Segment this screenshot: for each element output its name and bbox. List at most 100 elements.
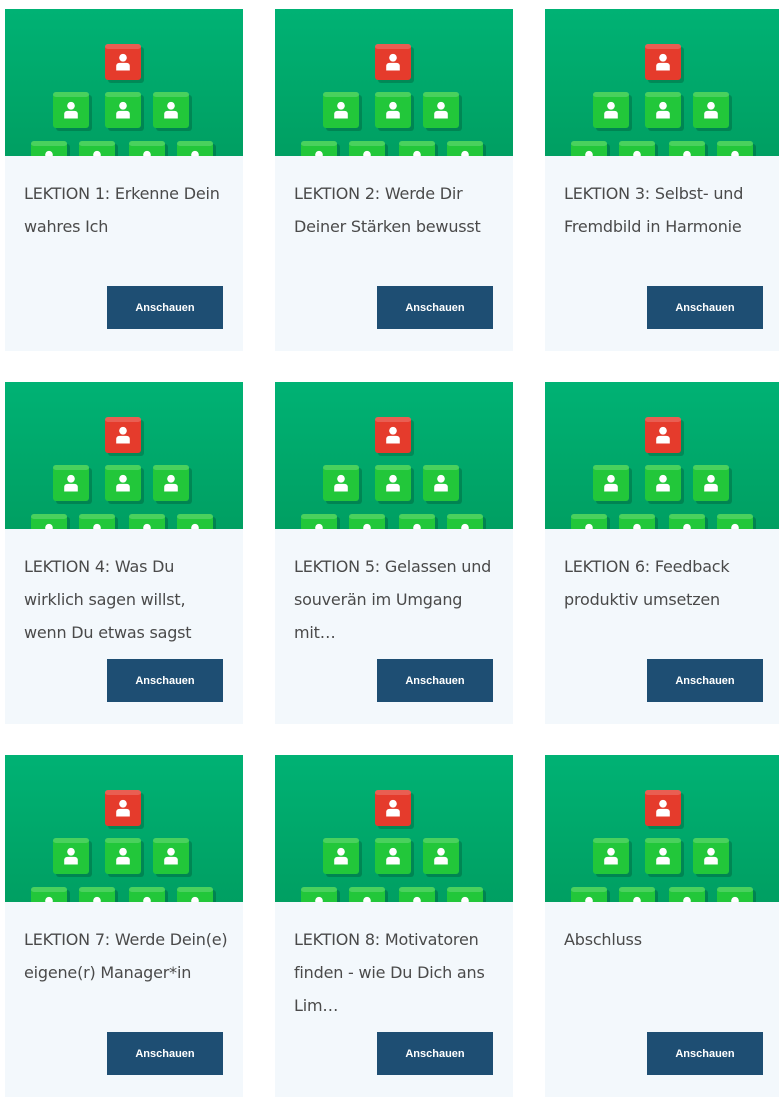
lesson-thumbnail[interactable] — [545, 382, 779, 529]
green-person-block — [53, 92, 92, 131]
green-person-block — [153, 465, 192, 504]
lesson-title[interactable]: LEKTION 7: Werde Dein(e) eigene(r) Manag… — [24, 923, 229, 989]
green-person-block — [399, 141, 438, 156]
green-person-block — [399, 887, 438, 902]
green-person-block — [323, 838, 362, 877]
person-blocks-pyramid-icon — [275, 9, 513, 156]
lesson-card: Abschluss Anschauen — [545, 755, 779, 1097]
lesson-card: LEKTION 2: Werde Dir Deiner Stärken bewu… — [275, 9, 513, 351]
green-person-block — [105, 92, 144, 131]
red-person-block — [375, 417, 414, 456]
green-person-block — [105, 465, 144, 504]
lesson-thumbnail[interactable] — [275, 382, 513, 529]
lesson-card: LEKTION 8: Motivatoren finden - wie Du D… — [275, 755, 513, 1097]
lesson-title[interactable]: LEKTION 5: Gelassen und souverän im Umga… — [294, 550, 499, 649]
green-person-block — [619, 141, 658, 156]
view-lesson-button[interactable]: Anschauen — [647, 659, 763, 702]
green-person-block — [53, 838, 92, 877]
green-person-block — [571, 141, 610, 156]
green-person-block — [693, 465, 732, 504]
green-person-block — [423, 465, 462, 504]
green-person-block — [129, 514, 168, 529]
green-person-block — [717, 514, 756, 529]
view-lesson-button[interactable]: Anschauen — [377, 1032, 493, 1075]
view-lesson-button[interactable]: Anschauen — [107, 286, 223, 329]
green-person-block — [571, 887, 610, 902]
green-person-block — [693, 92, 732, 131]
lesson-grid: LEKTION 1: Erkenne Dein wahres Ich Ansch… — [0, 0, 779, 1097]
green-person-block — [153, 92, 192, 131]
lesson-title[interactable]: LEKTION 8: Motivatoren finden - wie Du D… — [294, 923, 499, 1022]
green-person-block — [717, 141, 756, 156]
lesson-card: LEKTION 1: Erkenne Dein wahres Ich Ansch… — [5, 9, 243, 351]
lesson-title[interactable]: LEKTION 3: Selbst- und Fremdbild in Harm… — [564, 177, 769, 243]
red-person-block — [105, 790, 144, 829]
person-blocks-pyramid-icon — [545, 9, 779, 156]
lesson-thumbnail[interactable] — [275, 9, 513, 156]
green-person-block — [31, 887, 70, 902]
lesson-card: LEKTION 6: Feedback produktiv umsetzen A… — [545, 382, 779, 724]
red-person-block — [645, 790, 684, 829]
green-person-block — [153, 838, 192, 877]
green-person-block — [447, 887, 486, 902]
lesson-thumbnail[interactable] — [5, 382, 243, 529]
lesson-title[interactable]: LEKTION 2: Werde Dir Deiner Stärken bewu… — [294, 177, 499, 243]
green-person-block — [645, 92, 684, 131]
lesson-thumbnail[interactable] — [275, 755, 513, 902]
person-blocks-pyramid-icon — [5, 755, 243, 902]
green-person-block — [129, 141, 168, 156]
green-person-block — [593, 465, 632, 504]
green-person-block — [177, 514, 216, 529]
red-person-block — [375, 790, 414, 829]
green-person-block — [53, 465, 92, 504]
green-person-block — [645, 838, 684, 877]
person-blocks-pyramid-icon — [5, 9, 243, 156]
lesson-card: LEKTION 5: Gelassen und souverän im Umga… — [275, 382, 513, 724]
red-person-block — [645, 417, 684, 456]
lesson-thumbnail[interactable] — [5, 755, 243, 902]
lesson-card: LEKTION 4: Was Du wirklich sagen willst,… — [5, 382, 243, 724]
green-person-block — [619, 887, 658, 902]
green-person-block — [301, 141, 340, 156]
person-blocks-pyramid-icon — [545, 382, 779, 529]
lesson-thumbnail[interactable] — [545, 9, 779, 156]
view-lesson-button[interactable]: Anschauen — [647, 1032, 763, 1075]
lesson-card: LEKTION 7: Werde Dein(e) eigene(r) Manag… — [5, 755, 243, 1097]
green-person-block — [301, 514, 340, 529]
lesson-thumbnail[interactable] — [545, 755, 779, 902]
lesson-title[interactable]: Abschluss — [564, 923, 769, 956]
green-person-block — [105, 838, 144, 877]
green-person-block — [669, 514, 708, 529]
green-person-block — [423, 92, 462, 131]
green-person-block — [571, 514, 610, 529]
person-blocks-pyramid-icon — [275, 755, 513, 902]
green-person-block — [301, 887, 340, 902]
lesson-card: LEKTION 3: Selbst- und Fremdbild in Harm… — [545, 9, 779, 351]
green-person-block — [375, 465, 414, 504]
view-lesson-button[interactable]: Anschauen — [377, 659, 493, 702]
lesson-title[interactable]: LEKTION 1: Erkenne Dein wahres Ich — [24, 177, 229, 243]
green-person-block — [79, 887, 118, 902]
green-person-block — [31, 141, 70, 156]
green-person-block — [669, 887, 708, 902]
lesson-title[interactable]: LEKTION 6: Feedback produktiv umsetzen — [564, 550, 769, 616]
person-blocks-pyramid-icon — [545, 755, 779, 902]
green-person-block — [399, 514, 438, 529]
view-lesson-button[interactable]: Anschauen — [107, 1032, 223, 1075]
green-person-block — [645, 465, 684, 504]
lesson-thumbnail[interactable] — [5, 9, 243, 156]
green-person-block — [79, 514, 118, 529]
green-person-block — [79, 141, 118, 156]
green-person-block — [423, 838, 462, 877]
view-lesson-button[interactable]: Anschauen — [377, 286, 493, 329]
view-lesson-button[interactable]: Anschauen — [107, 659, 223, 702]
red-person-block — [105, 417, 144, 456]
green-person-block — [177, 887, 216, 902]
view-lesson-button[interactable]: Anschauen — [647, 286, 763, 329]
green-person-block — [593, 838, 632, 877]
green-person-block — [447, 514, 486, 529]
lesson-title[interactable]: LEKTION 4: Was Du wirklich sagen willst,… — [24, 550, 229, 649]
person-blocks-pyramid-icon — [275, 382, 513, 529]
green-person-block — [375, 92, 414, 131]
green-person-block — [349, 141, 388, 156]
